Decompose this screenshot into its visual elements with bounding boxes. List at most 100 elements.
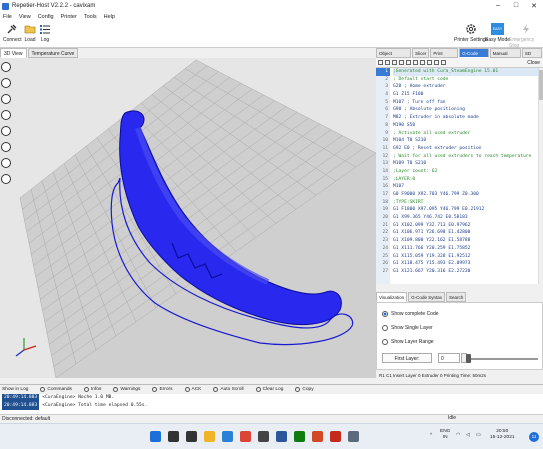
radio-show-complete-code[interactable]: Show complete Code — [382, 311, 439, 317]
menu-config[interactable]: Config — [38, 14, 54, 20]
easy-mode-button[interactable]: EASY Easy Mode — [485, 23, 510, 43]
save-icon[interactable] — [392, 60, 397, 65]
copy-button[interactable]: Copy — [295, 387, 319, 392]
gcode-line[interactable]: M190 S50 — [393, 122, 543, 130]
connect-button[interactable]: Connect — [3, 23, 22, 43]
store-icon[interactable] — [258, 431, 269, 442]
gcode-line[interactable]: G1 X99.365 Y46.742 E0.58183 — [393, 214, 543, 222]
printer-settings-button[interactable]: Printer Settings — [454, 23, 488, 43]
open-file-icon[interactable] — [385, 60, 390, 65]
tab-manual-control[interactable]: Manual Control — [489, 48, 521, 66]
menu-tools[interactable]: Tools — [84, 14, 97, 20]
gcode-line[interactable]: G1 X118.475 Y15.493 E2.09973 — [393, 260, 543, 268]
layer-slider-thumb[interactable] — [466, 354, 471, 363]
move-view-icon[interactable] — [1, 78, 11, 88]
gcode-line[interactable]: G1 X106.971 Y26.698 E1.42800 — [393, 229, 543, 237]
editor-close-button[interactable]: Close — [527, 60, 540, 66]
scrollbar-thumb[interactable] — [539, 70, 543, 100]
ack-toggle[interactable]: ACK — [184, 387, 208, 392]
task-view-icon[interactable] — [186, 431, 197, 442]
new-file-icon[interactable] — [378, 60, 383, 65]
powerpoint-icon[interactable] — [312, 431, 323, 442]
chevron-up-icon[interactable]: ^ — [430, 433, 432, 439]
gcode-line[interactable]: M109 T0 S210 — [393, 160, 543, 168]
log-panel[interactable]: 20:49:14.883 <CuraEngine> Noche 1.0 MB. … — [0, 394, 543, 414]
volume-icon[interactable]: ◁ — [466, 433, 470, 439]
tab-visualization[interactable]: Visualization — [376, 292, 408, 302]
side-view-icon[interactable] — [1, 142, 11, 152]
wireframe-icon[interactable] — [1, 174, 11, 184]
battery-icon[interactable]: ▭ — [476, 433, 481, 439]
gcode-line[interactable]: M107 — [393, 183, 543, 191]
radio-icon[interactable] — [382, 325, 388, 331]
tab-sd-card[interactable]: SD Card — [521, 48, 543, 66]
gcode-line[interactable]: G1 X115.059 Y19.328 E1.92512 — [393, 253, 543, 261]
warnings-toggle[interactable]: Warnings — [113, 387, 146, 392]
isometric-view-icon[interactable] — [1, 158, 11, 168]
gcode-line[interactable]: ;Generated with Cura_SteamEngine 15.01 — [393, 68, 543, 76]
radio-selected-icon[interactable] — [382, 311, 388, 317]
clear-log-button[interactable]: Clear Log — [255, 387, 290, 392]
copy-icon[interactable] — [406, 60, 411, 65]
language-indicator[interactable]: ENG IN — [440, 429, 450, 441]
repetier-icon[interactable] — [348, 431, 359, 442]
tab-gcode-syntax[interactable]: G-Code Syntax — [408, 292, 445, 302]
radio-icon[interactable] — [382, 339, 388, 345]
edge-icon[interactable] — [222, 431, 233, 442]
gcode-line[interactable]: G1 X102.099 Y32.713 E0.97962 — [393, 222, 543, 230]
gcode-text[interactable]: ;Generated with Cura_SteamEngine 15.01; … — [390, 68, 543, 284]
menu-help[interactable]: Help — [104, 14, 115, 20]
tab-temperature-curve[interactable]: Temperature Curve — [27, 48, 79, 58]
gcode-line[interactable]: G92 E0 ; Reset extruder position — [393, 145, 543, 153]
gcode-line[interactable]: ;TYPE:SKIRT — [393, 199, 543, 207]
gcode-line[interactable]: M82 ; Extruder in absolute mode — [393, 114, 543, 122]
close-window-button[interactable]: ✕ — [525, 2, 543, 10]
menu-view[interactable]: View — [19, 14, 31, 20]
tab-search[interactable]: Search — [445, 292, 467, 302]
windows-start-icon[interactable] — [150, 431, 161, 442]
tab-object-placement[interactable]: Object Placement — [376, 48, 412, 66]
file-explorer-icon[interactable] — [204, 431, 215, 442]
gcode-line[interactable]: G0 F9000 X92.703 Y46.799 Z0.300 — [393, 191, 543, 199]
tab-gcode-editor[interactable]: G-Code Editor — [459, 48, 489, 66]
infos-toggle[interactable]: Infos — [83, 387, 107, 392]
gcode-line[interactable]: ; Default start code — [393, 76, 543, 84]
gcode-line[interactable]: G1 F1800 X97.095 Y46.799 E0.21912 — [393, 206, 543, 214]
rotate-view-icon[interactable] — [1, 62, 11, 72]
gcode-line[interactable]: G90 ; Absolute positioning — [393, 106, 543, 114]
load-button[interactable]: Load — [24, 23, 36, 43]
gcode-line[interactable]: M107 ; Turn off fan — [393, 99, 543, 107]
minimize-button[interactable]: – — [489, 2, 507, 10]
gcode-line[interactable]: G1 X109.800 Y22.162 E1.58788 — [393, 237, 543, 245]
gcode-line[interactable]: G28 ; Home extruder — [393, 83, 543, 91]
gcode-line[interactable]: ;LAYER:0 — [393, 176, 543, 184]
gcode-line[interactable]: G1 X121.667 Y20.316 E2.27230 — [393, 268, 543, 276]
editor-scrollbar[interactable] — [538, 68, 543, 284]
gcode-line[interactable]: ; Activate all used extruder — [393, 130, 543, 138]
zoom-icon[interactable] — [1, 94, 11, 104]
maximize-button[interactable]: □ — [507, 2, 525, 10]
tab-3d-view[interactable]: 3D View — [0, 48, 27, 58]
cut-icon[interactable] — [399, 60, 404, 65]
gcode-line[interactable]: G1 Z15 F100 — [393, 91, 543, 99]
3d-viewport[interactable] — [0, 58, 376, 378]
search-icon[interactable] — [168, 431, 179, 442]
radio-show-layer-range[interactable]: Show Layer Range — [382, 339, 434, 345]
xbox-icon[interactable] — [294, 431, 305, 442]
auto-scroll-toggle[interactable]: Auto Scroll — [213, 387, 249, 392]
top-view-icon[interactable] — [1, 110, 11, 120]
menu-printer[interactable]: Printer — [61, 14, 77, 20]
gcode-line[interactable]: ;Layer count: 62 — [393, 168, 543, 176]
gcode-editor[interactable]: 1 2 3 4 5 6 7 8 9 10 11 12 13 14 15 16 17 18 19 20 21 22 23 24 2… — [376, 68, 543, 284]
errors-toggle[interactable]: Errors — [152, 387, 178, 392]
gcode-line[interactable]: ; Wait for all used extruders to reach t… — [393, 153, 543, 161]
radio-show-single-layer[interactable]: Show Single Layer — [382, 325, 433, 331]
first-layer-input[interactable]: 0 — [438, 353, 460, 363]
wifi-icon[interactable]: ◠ — [456, 433, 460, 439]
clock[interactable]: 20:50 15-12-2021 — [490, 429, 515, 441]
notification-badge[interactable]: 11 — [529, 432, 539, 442]
undo-icon[interactable] — [420, 60, 425, 65]
emergency-stop-button[interactable]: Emergency Stop — [509, 23, 543, 49]
gcode-line[interactable]: M104 T0 S210 — [393, 137, 543, 145]
gcode-line[interactable]: G1 X111.766 Y20.259 E1.75852 — [393, 245, 543, 253]
